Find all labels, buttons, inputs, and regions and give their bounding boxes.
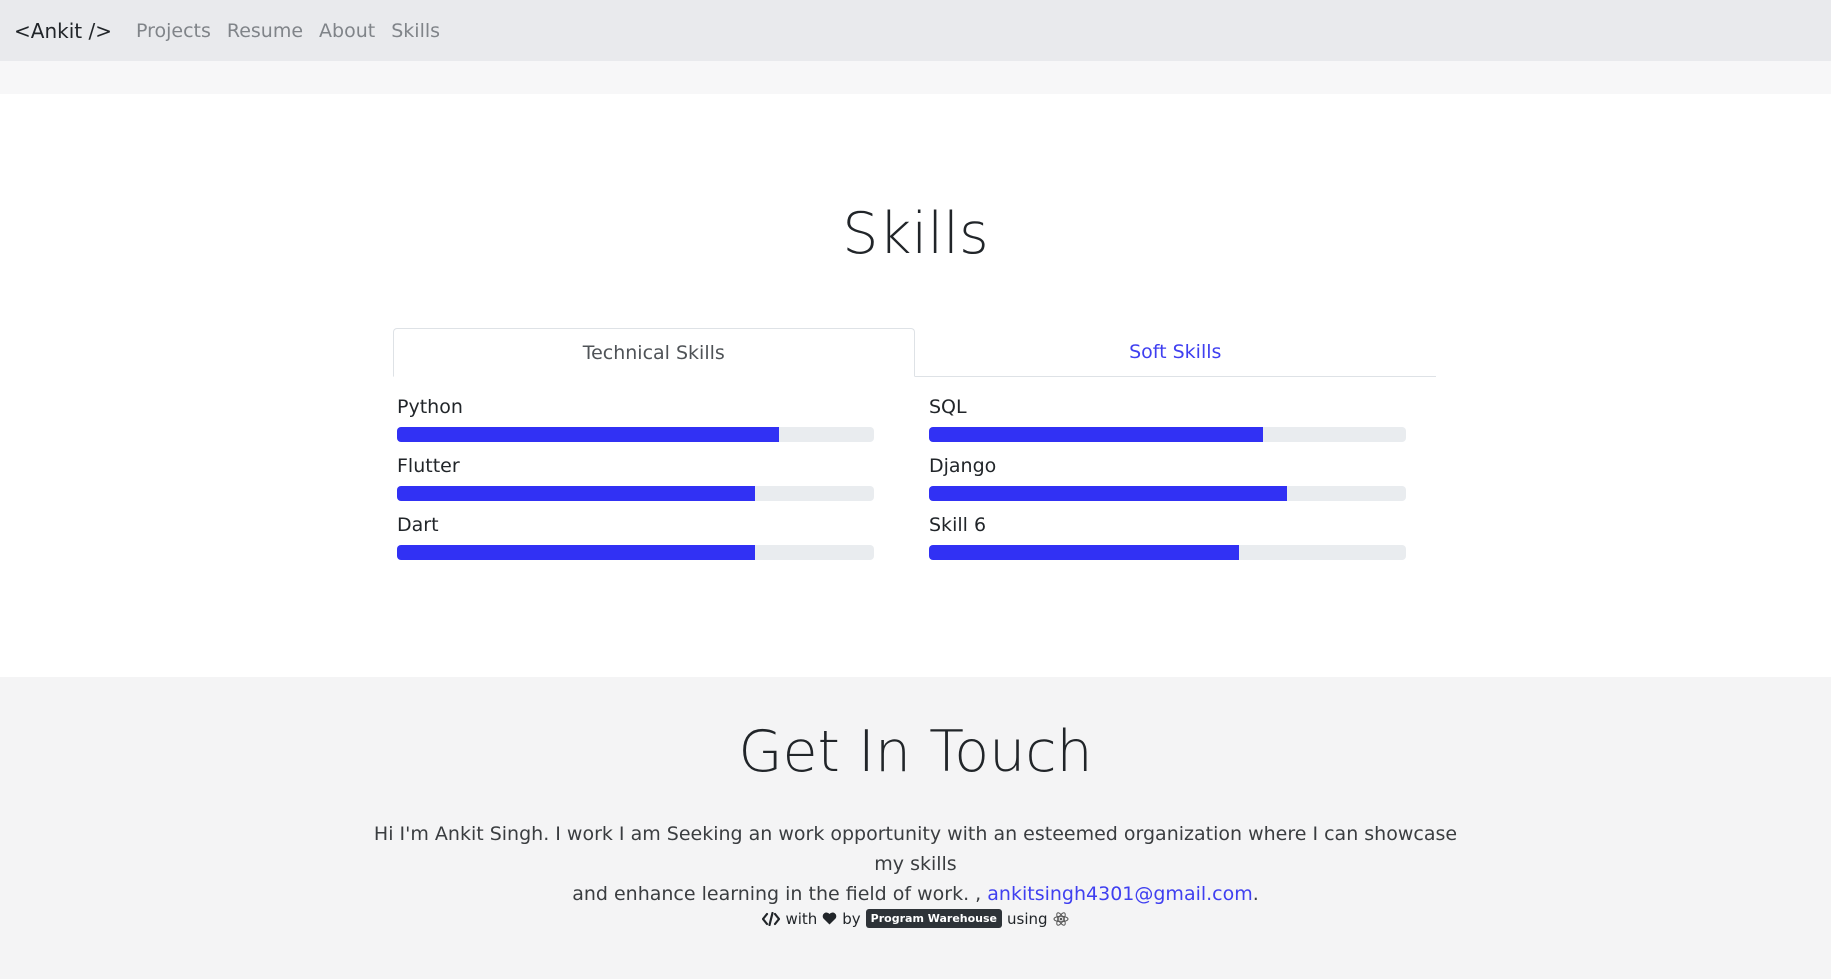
skill-item: Django: [929, 454, 1406, 512]
skill-progress-fill: [397, 427, 779, 442]
skill-progress-fill: [397, 486, 755, 501]
footer-by: by: [842, 909, 861, 928]
skills-column-right: SQL Django Skill 6: [929, 394, 1406, 571]
contact-description: Hi I'm Ankit Singh. I work I am Seeking …: [370, 819, 1461, 909]
code-icon: [762, 911, 781, 926]
skill-progress-bar: [929, 486, 1406, 501]
skill-item: SQL: [929, 395, 1406, 453]
skill-label: Dart: [397, 514, 439, 536]
skill-progress-fill: [397, 545, 755, 560]
footer-with: with: [785, 909, 818, 928]
skill-progress-bar: [397, 427, 874, 442]
tab-technical-skills[interactable]: Technical Skills: [393, 328, 915, 377]
contact-section: Get In Touch Hi I'm Ankit Singh. I work …: [0, 677, 1831, 979]
footer-credit: with by Program Warehouse using: [0, 909, 1831, 928]
navbar-spacer: [0, 61, 1831, 94]
nav-link-about[interactable]: About: [319, 20, 375, 42]
nav-link-projects[interactable]: Projects: [136, 20, 211, 42]
skills-section: Skills Technical Skills Soft Skills Pyth…: [0, 94, 1831, 677]
skill-progress-bar: [929, 427, 1406, 442]
react-icon: [1053, 911, 1069, 927]
skills-column-left: Python Flutter Dart: [397, 394, 874, 571]
nav-link-skills[interactable]: Skills: [391, 20, 440, 42]
brand-logo[interactable]: <Ankit />: [14, 19, 112, 43]
contact-line-1: Hi I'm Ankit Singh. I work I am Seeking …: [373, 823, 1458, 875]
contact-line-2-suffix: .: [1252, 883, 1259, 905]
skill-item: Dart: [397, 513, 874, 571]
skill-item: Skill 6: [929, 513, 1406, 571]
skill-label: Django: [929, 455, 997, 477]
navbar: <Ankit /> Projects Resume About Skills: [0, 0, 1831, 61]
contact-title: Get In Touch: [738, 719, 1093, 785]
skill-progress-fill: [929, 427, 1263, 442]
skill-item: Flutter: [397, 454, 874, 512]
skill-item: Python: [397, 395, 874, 453]
skill-progress-bar: [929, 545, 1406, 560]
program-warehouse-badge[interactable]: Program Warehouse: [865, 909, 1003, 928]
contact-line-2-prefix: and enhance learning in the field of wor…: [572, 883, 982, 905]
footer-using: using: [1007, 909, 1048, 928]
skill-label: Python: [397, 396, 463, 418]
email-link[interactable]: ankitsingh4301@gmail.com: [987, 883, 1252, 905]
skill-label: SQL: [929, 396, 967, 418]
skill-progress-fill: [929, 545, 1240, 560]
nav-link-resume[interactable]: Resume: [227, 20, 303, 42]
skills-tabs: Technical Skills Soft Skills: [393, 328, 1436, 377]
heart-icon: [822, 912, 837, 925]
skill-progress-bar: [397, 486, 874, 501]
tab-soft-skills[interactable]: Soft Skills: [915, 328, 1437, 376]
skills-title: Skills: [842, 201, 989, 267]
skill-label: Flutter: [397, 455, 460, 477]
skill-label: Skill 6: [929, 514, 987, 536]
skill-progress-fill: [929, 486, 1287, 501]
skill-progress-bar: [397, 545, 874, 560]
